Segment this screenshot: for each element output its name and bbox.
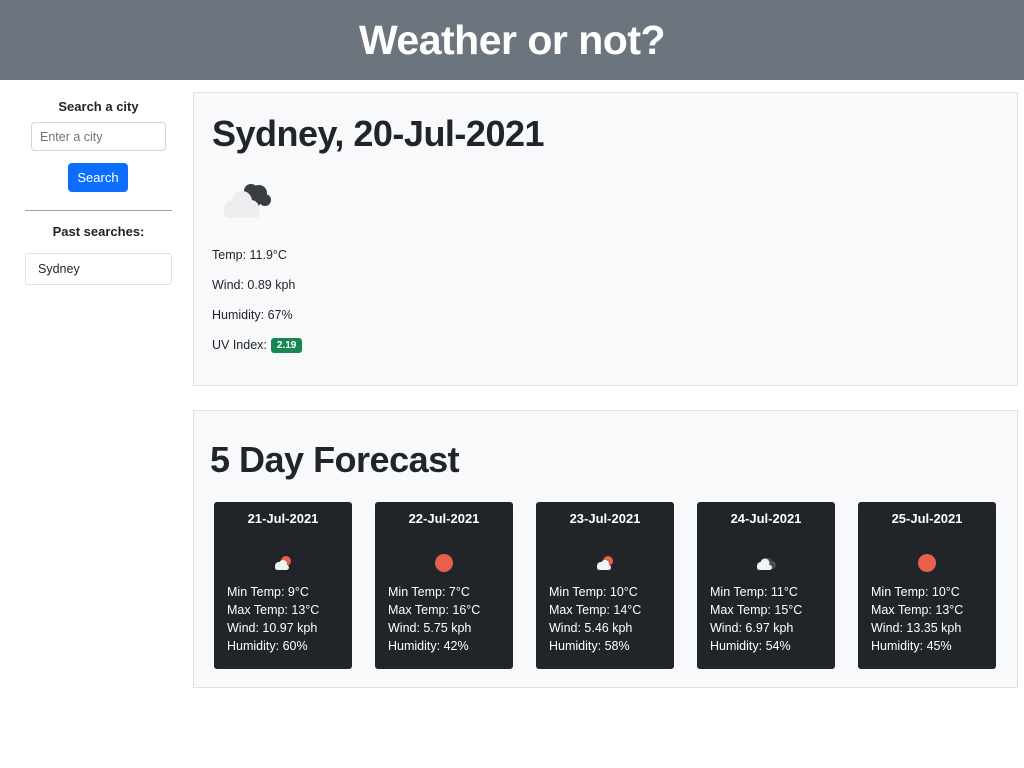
forecast-humidity: Humidity: 58% <box>549 639 630 653</box>
forecast-wind: Wind: 5.46 kph <box>549 621 633 635</box>
partly-cloudy-icon <box>275 556 291 570</box>
forecast-min-temp: Min Temp: 11°C <box>710 585 798 599</box>
forecast-max-temp: Max Temp: 14°C <box>549 603 642 617</box>
forecast-card: 21-Jul-2021 Min Temp: 9°C Max Temp: 13°C… <box>214 502 352 669</box>
forecast-wind: Wind: 10.97 kph <box>227 621 318 635</box>
forecast-wind: Wind: 5.75 kph <box>388 621 472 635</box>
past-search-item[interactable]: Sydney <box>25 253 172 285</box>
past-searches-label: Past searches: <box>52 224 145 239</box>
current-uv: UV Index: 2.19 <box>212 338 303 353</box>
forecast-max-temp: Max Temp: 16°C <box>388 603 481 617</box>
forecast-card: 25-Jul-2021 Min Temp: 10°C Max Temp: 13°… <box>858 502 996 669</box>
search-button[interactable]: Search <box>68 163 128 192</box>
forecast-humidity: Humidity: 54% <box>710 639 791 653</box>
forecast-humidity: Humidity: 42% <box>388 639 469 653</box>
forecast-date: 22-Jul-2021 <box>408 511 480 526</box>
current-wind: Wind: 0.89 kph <box>212 278 296 292</box>
forecast-min-temp: Min Temp: 9°C <box>227 585 309 599</box>
forecast-min-temp: Min Temp: 10°C <box>871 585 960 599</box>
app-header: Weather or not? <box>0 0 1024 80</box>
forecast-min-temp: Min Temp: 10°C <box>549 585 638 599</box>
sidebar-divider <box>25 210 172 211</box>
forecast-date: 25-Jul-2021 <box>891 511 963 526</box>
forecast-max-temp: Max Temp: 13°C <box>871 603 964 617</box>
forecast-max-temp: Max Temp: 13°C <box>227 603 320 617</box>
current-weather-panel: Sydney, 20-Jul-2021 Temp: 11.9°C Wind: 0… <box>193 92 1018 386</box>
forecast-wind: Wind: 6.97 kph <box>710 621 794 635</box>
sun-icon <box>435 554 453 572</box>
forecast-wind: Wind: 13.35 kph <box>871 621 962 635</box>
forecast-max-temp: Max Temp: 15°C <box>710 603 803 617</box>
forecast-humidity: Humidity: 60% <box>227 639 308 653</box>
search-label: Search a city <box>58 99 139 114</box>
sun-icon <box>918 554 936 572</box>
cloudy-icon <box>757 558 776 570</box>
app-title: Weather or not? <box>358 16 666 63</box>
current-city-date: Sydney, 20-Jul-2021 <box>212 113 545 154</box>
forecast-card: 23-Jul-2021 Min Temp: 10°C Max Temp: 14°… <box>536 502 674 669</box>
current-humidity: Humidity: 67% <box>212 308 293 322</box>
uv-index-badge: 2.19 <box>270 338 303 353</box>
forecast-date: 24-Jul-2021 <box>730 511 802 526</box>
forecast-date: 21-Jul-2021 <box>247 511 319 526</box>
forecast-heading: 5 Day Forecast <box>210 439 460 480</box>
cloudy-night-icon <box>224 184 271 218</box>
forecast-card: 24-Jul-2021 Min Temp: 11°C Max Temp: 15°… <box>697 502 835 669</box>
partly-cloudy-icon <box>597 556 613 570</box>
uv-label: UV Index: <box>212 338 267 352</box>
forecast-panel: 5 Day Forecast 21-Jul-2021 Min Temp: 9°C… <box>193 410 1018 688</box>
forecast-card: 22-Jul-2021 Min Temp: 7°C Max Temp: 16°C… <box>375 502 513 669</box>
forecast-date: 23-Jul-2021 <box>569 511 641 526</box>
current-temp: Temp: 11.9°C <box>212 248 287 262</box>
forecast-humidity: Humidity: 45% <box>871 639 952 653</box>
city-search-input[interactable] <box>31 122 166 151</box>
forecast-min-temp: Min Temp: 7°C <box>388 585 470 599</box>
